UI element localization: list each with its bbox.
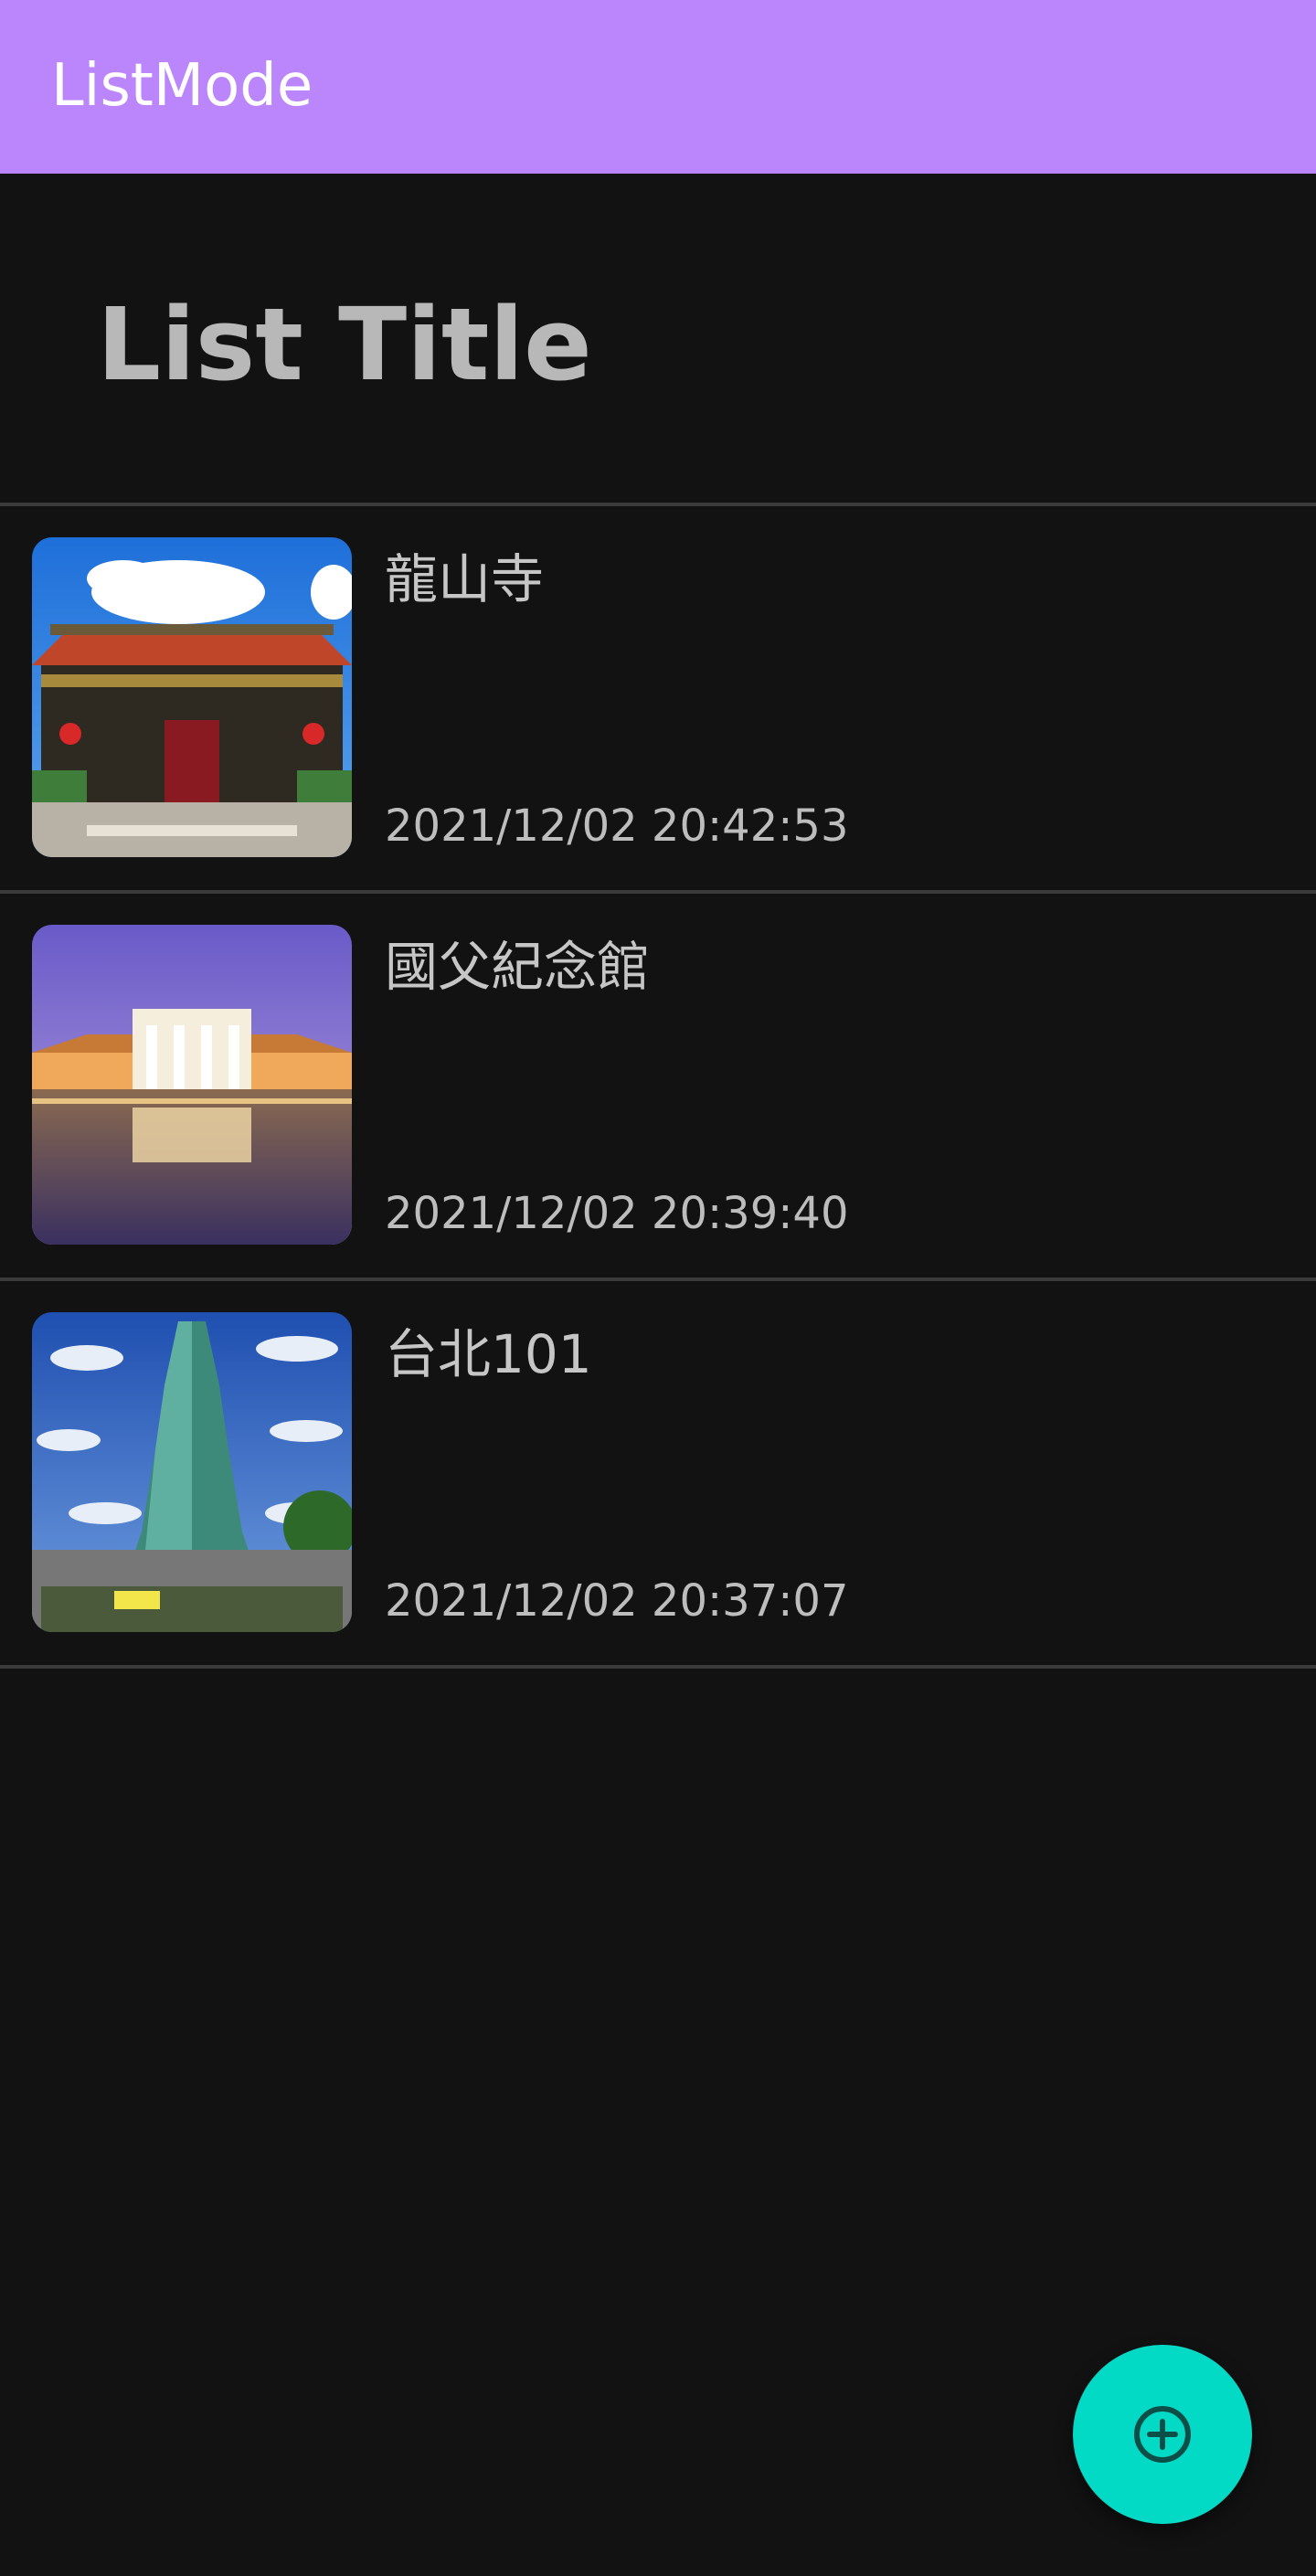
- item-timestamp: 2021/12/02 20:42:53: [385, 800, 849, 852]
- app-title: ListMode: [51, 52, 313, 120]
- item-list: 龍山寺 2021/12/02 20:42:53 國父紀念館 2021/12/02…: [0, 503, 1316, 1669]
- item-title: 台北101: [385, 1323, 592, 1385]
- list-item[interactable]: 國父紀念館 2021/12/02 20:39:40: [0, 890, 1316, 1277]
- item-title: 國父紀念館: [385, 936, 651, 998]
- add-button[interactable]: [1073, 2345, 1252, 2524]
- add-circle-icon: [1134, 2406, 1191, 2463]
- item-thumbnail-image: [32, 925, 352, 1245]
- list-title: List Title: [97, 286, 592, 403]
- app-bar: ListMode: [0, 0, 1316, 174]
- item-title: 龍山寺: [385, 548, 545, 610]
- item-thumbnail-image: [32, 1312, 352, 1632]
- item-thumbnail-image: [32, 537, 352, 857]
- list-item[interactable]: 台北101 2021/12/02 20:37:07: [0, 1277, 1316, 1669]
- item-timestamp: 2021/12/02 20:39:40: [385, 1188, 849, 1239]
- item-timestamp: 2021/12/02 20:37:07: [385, 1575, 849, 1627]
- list-item[interactable]: 龍山寺 2021/12/02 20:42:53: [0, 503, 1316, 890]
